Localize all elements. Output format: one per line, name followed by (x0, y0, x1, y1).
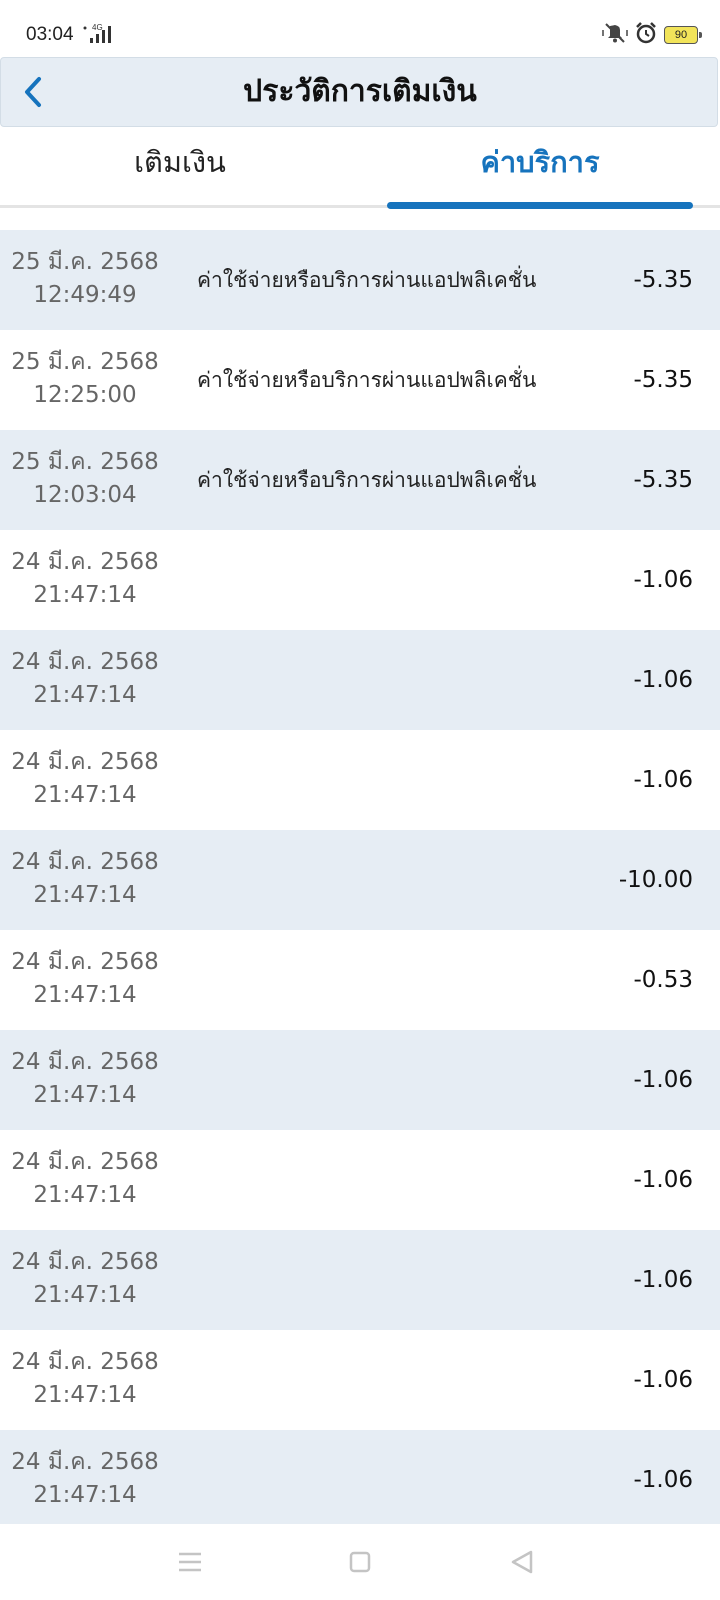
transaction-time: 21:47:14 (33, 582, 137, 608)
transaction-datetime: 25 มี.ค. 2568 12:25:00 (0, 346, 170, 412)
transaction-row[interactable]: 24 มี.ค. 2568 21:47:14 -1.06 (0, 530, 720, 630)
tab-bar: เติมเงิน ค่าบริการ (0, 127, 720, 209)
transaction-datetime: 25 มี.ค. 2568 12:49:49 (0, 246, 170, 312)
transaction-list[interactable]: 25 มี.ค. 2568 12:49:49 ค่าใช้จ่ายหรือบริกา… (0, 230, 720, 1530)
transaction-amount: -5.35 (633, 267, 693, 293)
transaction-amount: -1.06 (633, 1367, 693, 1393)
transaction-row[interactable]: 25 มี.ค. 2568 12:49:49 ค่าใช้จ่ายหรือบริกา… (0, 230, 720, 330)
transaction-date: 24 มี.ค. 2568 (11, 1149, 159, 1175)
transaction-time: 21:47:14 (33, 782, 137, 808)
transaction-row[interactable]: 25 มี.ค. 2568 12:03:04 ค่าใช้จ่ายหรือบริกา… (0, 430, 720, 530)
transaction-amount: -5.35 (633, 367, 693, 393)
back-triangle-icon (511, 1550, 533, 1574)
transaction-datetime: 24 มี.ค. 2568 21:47:14 (0, 1046, 170, 1112)
menu-nav-button[interactable] (166, 1538, 214, 1586)
transaction-datetime: 24 มี.ค. 2568 21:47:14 (0, 1246, 170, 1312)
transaction-time: 12:25:00 (33, 382, 137, 408)
transaction-row[interactable]: 24 มี.ค. 2568 21:47:14 -1.06 (0, 1430, 720, 1530)
transaction-time: 21:47:14 (33, 1282, 137, 1308)
transaction-amount: -1.06 (633, 1067, 693, 1093)
transaction-time: 21:47:14 (33, 682, 137, 708)
app-header: ประวัติการเติมเงิน (0, 57, 718, 127)
tab-topup[interactable]: เติมเงิน (0, 127, 360, 207)
home-nav-button[interactable] (336, 1538, 384, 1586)
transaction-datetime: 24 มี.ค. 2568 21:47:14 (0, 646, 170, 712)
transaction-datetime: 24 มี.ค. 2568 21:47:14 (0, 1446, 170, 1512)
transaction-amount: -5.35 (633, 467, 693, 493)
transaction-datetime: 24 มี.ค. 2568 21:47:14 (0, 846, 170, 912)
transaction-date: 24 มี.ค. 2568 (11, 649, 159, 675)
transaction-row[interactable]: 24 มี.ค. 2568 21:47:14 -10.00 (0, 830, 720, 930)
transaction-time: 21:47:14 (33, 1182, 137, 1208)
tab-service-fee[interactable]: ค่าบริการ (360, 127, 720, 207)
transaction-amount: -0.53 (633, 967, 693, 993)
transaction-date: 24 มี.ค. 2568 (11, 1049, 159, 1075)
transaction-amount: -1.06 (633, 767, 693, 793)
transaction-time: 12:03:04 (33, 482, 137, 508)
transaction-date: 25 มี.ค. 2568 (11, 349, 159, 375)
transaction-row[interactable]: 24 มี.ค. 2568 21:47:14 -1.06 (0, 1030, 720, 1130)
transaction-description: ค่าใช้จ่ายหรือบริการผ่านแอปพลิเคชั่น (197, 368, 537, 392)
cellular-signal-icon: 4G (82, 22, 122, 46)
transaction-row[interactable]: 24 มี.ค. 2568 21:47:14 -1.06 (0, 730, 720, 830)
alarm-icon (634, 21, 658, 49)
mute-vibrate-icon (602, 21, 628, 49)
system-navigation-bar (0, 1524, 720, 1600)
transaction-date: 24 มี.ค. 2568 (11, 549, 159, 575)
transaction-amount: -1.06 (633, 567, 693, 593)
transaction-datetime: 24 มี.ค. 2568 21:47:14 (0, 1146, 170, 1212)
battery-icon: 90 (664, 26, 702, 44)
transaction-amount: -1.06 (633, 1467, 693, 1493)
transaction-amount: -10.00 (618, 867, 693, 893)
back-button[interactable] (11, 68, 55, 116)
transaction-date: 25 มี.ค. 2568 (11, 249, 159, 275)
status-icons: 90 (602, 21, 702, 49)
transaction-time: 21:47:14 (33, 1482, 137, 1508)
transaction-time: 21:47:14 (33, 1082, 137, 1108)
back-nav-button[interactable] (498, 1538, 546, 1586)
chevron-left-icon (25, 77, 41, 107)
transaction-datetime: 24 มี.ค. 2568 21:47:14 (0, 746, 170, 812)
transaction-row[interactable]: 24 มี.ค. 2568 21:47:14 -1.06 (0, 1130, 720, 1230)
transaction-row[interactable]: 24 มี.ค. 2568 21:47:14 -1.06 (0, 1330, 720, 1430)
transaction-row[interactable]: 25 มี.ค. 2568 12:25:00 ค่าใช้จ่ายหรือบริกา… (0, 330, 720, 430)
transaction-row[interactable]: 24 มี.ค. 2568 21:47:14 -1.06 (0, 1230, 720, 1330)
transaction-date: 24 มี.ค. 2568 (11, 1349, 159, 1375)
transaction-datetime: 24 มี.ค. 2568 21:47:14 (0, 1346, 170, 1412)
transaction-date: 25 มี.ค. 2568 (11, 449, 159, 475)
transaction-time: 21:47:14 (33, 882, 137, 908)
transaction-date: 24 มี.ค. 2568 (11, 849, 159, 875)
transaction-time: 21:47:14 (33, 982, 137, 1008)
network-type-label: 4G (92, 23, 103, 32)
transaction-amount: -1.06 (633, 1167, 693, 1193)
transaction-row[interactable]: 24 มี.ค. 2568 21:47:14 -1.06 (0, 630, 720, 730)
transaction-datetime: 24 มี.ค. 2568 21:47:14 (0, 546, 170, 612)
transaction-date: 24 มี.ค. 2568 (11, 949, 159, 975)
active-tab-indicator (387, 202, 693, 209)
transaction-datetime: 25 มี.ค. 2568 12:03:04 (0, 446, 170, 512)
status-bar: 03:04 4G 90 (0, 0, 720, 56)
home-square-icon (349, 1551, 371, 1573)
page-title: ประวัติการเติมเงิน (243, 74, 477, 109)
transaction-date: 24 มี.ค. 2568 (11, 1449, 159, 1475)
transaction-date: 24 มี.ค. 2568 (11, 1249, 159, 1275)
transaction-time: 21:47:14 (33, 1382, 137, 1408)
status-time: 03:04 (26, 24, 74, 45)
transaction-description: ค่าใช้จ่ายหรือบริการผ่านแอปพลิเคชั่น (197, 268, 537, 292)
transaction-datetime: 24 มี.ค. 2568 21:47:14 (0, 946, 170, 1012)
menu-icon (179, 1552, 201, 1572)
transaction-description: ค่าใช้จ่ายหรือบริการผ่านแอปพลิเคชั่น (197, 468, 537, 492)
transaction-row[interactable]: 24 มี.ค. 2568 21:47:14 -0.53 (0, 930, 720, 1030)
transaction-time: 12:49:49 (33, 282, 137, 308)
transaction-amount: -1.06 (633, 667, 693, 693)
transaction-amount: -1.06 (633, 1267, 693, 1293)
transaction-date: 24 มี.ค. 2568 (11, 749, 159, 775)
